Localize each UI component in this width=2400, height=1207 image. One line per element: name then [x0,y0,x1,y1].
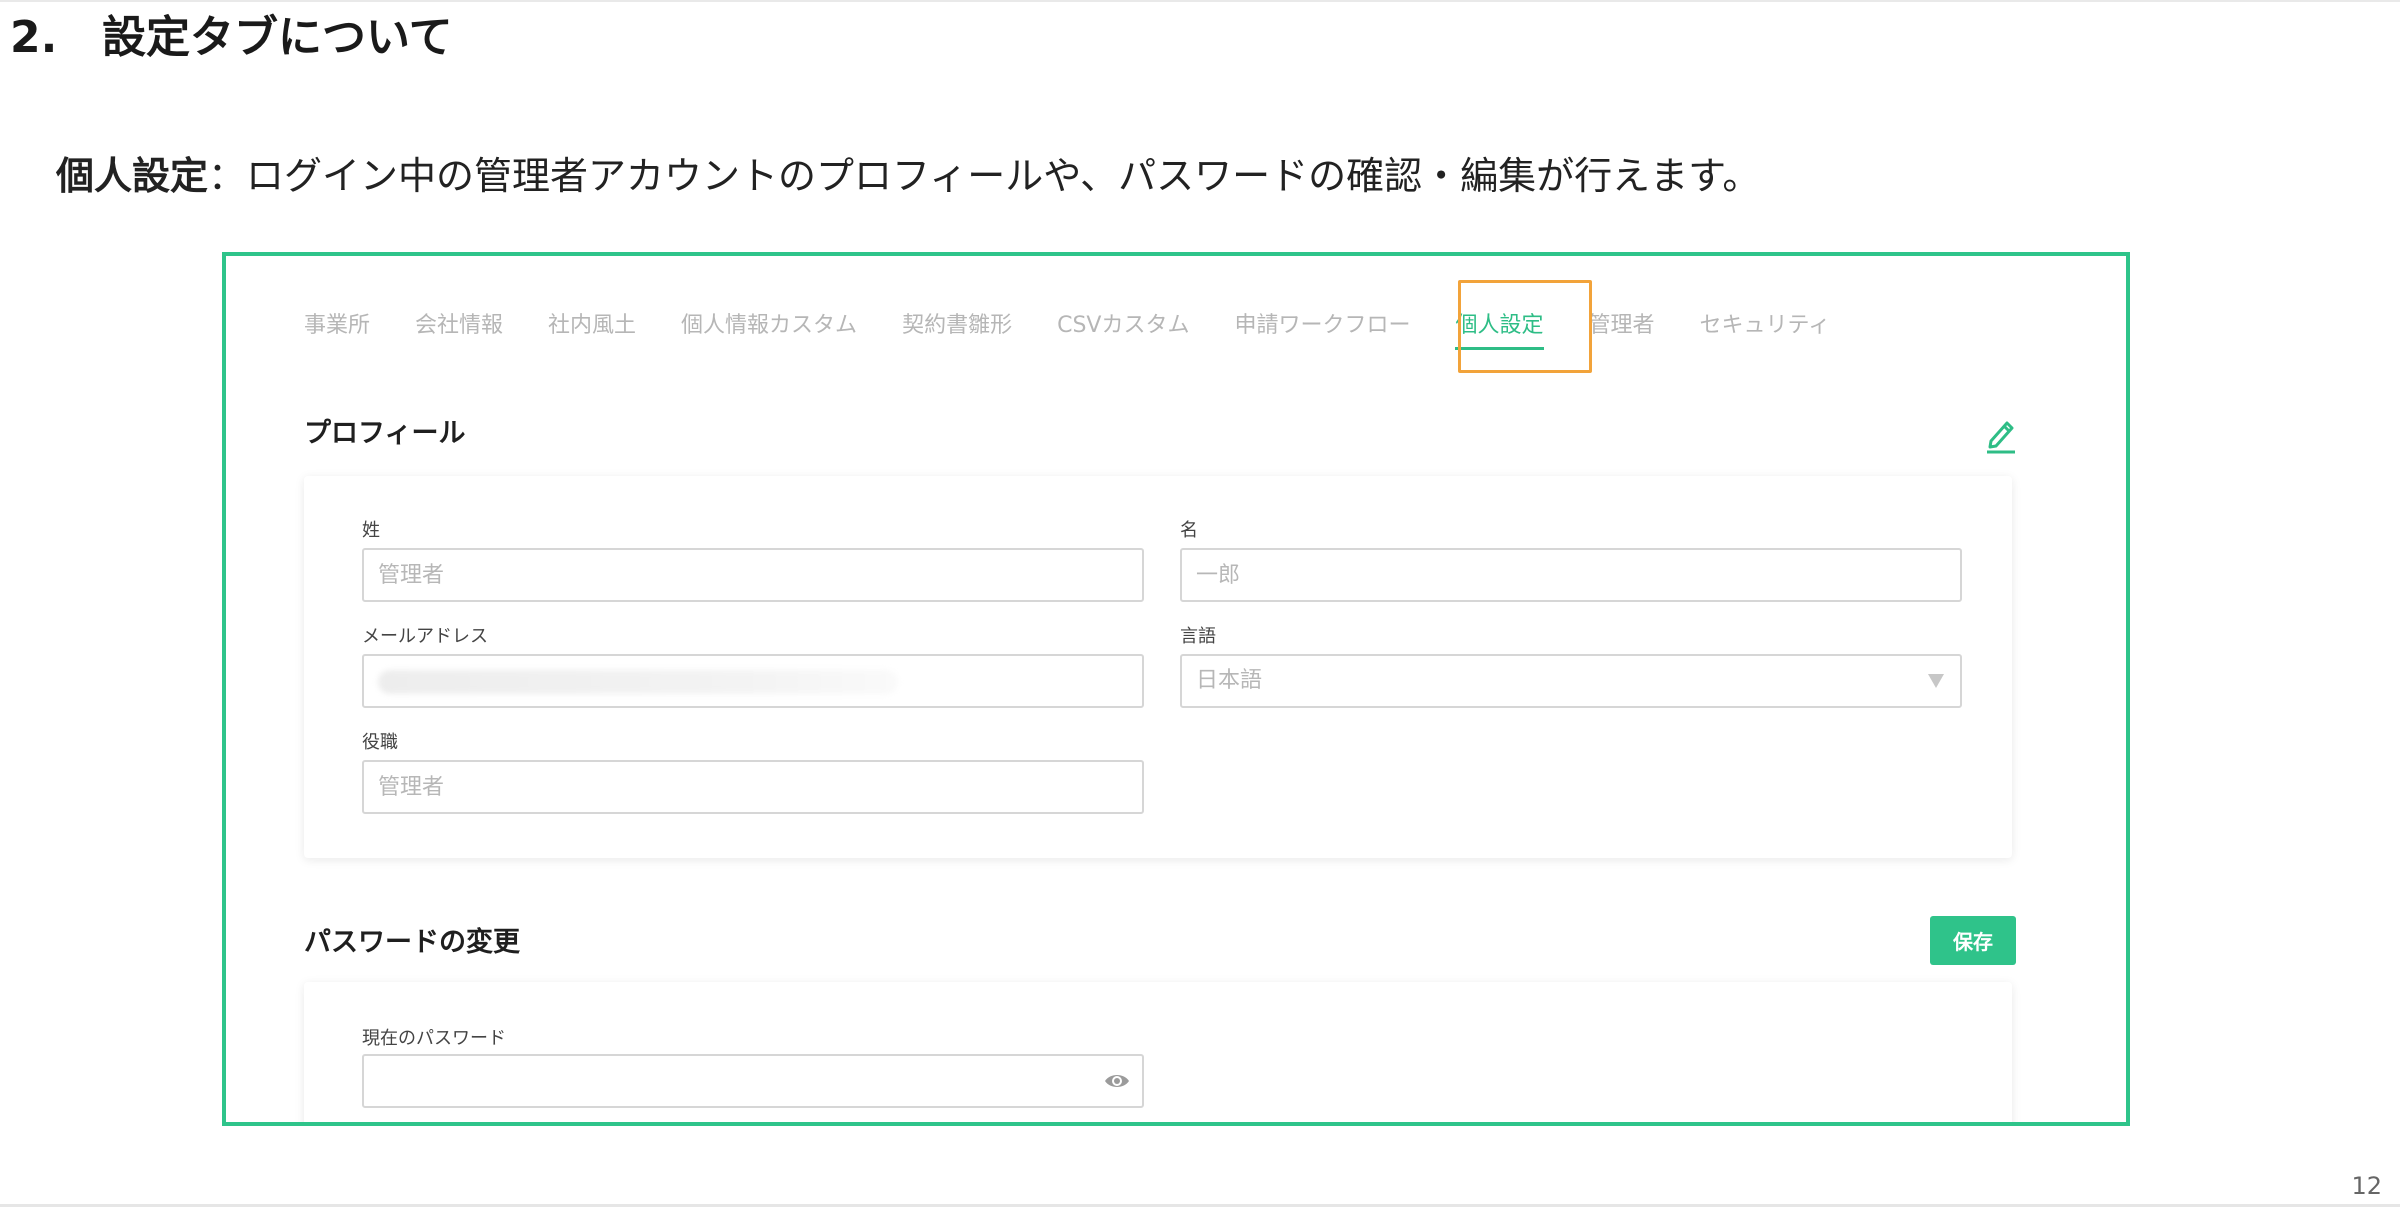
position-label: 役職 [362,732,398,753]
chevron-down-icon [1928,674,1944,688]
active-tab-highlight-box [1458,280,1592,373]
page-number: 12 [2351,1172,2382,1200]
position-input[interactable] [362,760,1144,814]
edit-pencil-icon[interactable] [1983,414,2019,454]
password-section-title: パスワードの変更 [304,927,520,958]
current-password-input[interactable] [362,1054,1144,1108]
current-password-label: 現在のパスワード [362,1028,506,1049]
tab-administrators[interactable]: 管理者 [1589,306,1655,346]
first-name-label: 名 [1180,520,1198,541]
tab-csv-custom[interactable]: CSVカスタム [1057,306,1189,346]
settings-panel: 事業所 会社情報 社内風土 個人情報カスタム 契約書雛形 CSVカスタム 申請ワ… [226,256,2126,1122]
tab-personal-info-custom[interactable]: 個人情報カスタム [681,306,857,346]
slide-description: 個人設定：ログイン中の管理者アカウントのプロフィールや、パスワードの確認・編集が… [56,146,1760,206]
email-label: メールアドレス [362,626,488,647]
tab-application-workflow[interactable]: 申請ワークフロー [1234,306,1410,346]
description-text: ：ログイン中の管理者アカウントのプロフィールや、パスワードの確認・編集が行えます… [208,154,1761,198]
email-input[interactable] [362,654,1144,708]
first-name-input[interactable] [1180,548,1962,602]
redacted-email-value [378,670,898,694]
language-select[interactable]: 日本語 [1180,654,1962,708]
slide-title-text: 設定タブについて [102,12,453,63]
eye-icon[interactable] [1104,1070,1130,1092]
profile-section-title: プロフィール [304,418,466,449]
screenshot-frame: 事業所 会社情報 社内風土 個人情報カスタム 契約書雛形 CSVカスタム 申請ワ… [222,252,2130,1126]
tab-company-info[interactable]: 会社情報 [415,306,503,346]
save-button[interactable]: 保存 [1930,916,2016,965]
tab-company-culture[interactable]: 社内風土 [548,306,636,346]
last-name-input[interactable] [362,548,1144,602]
settings-tabs: 事業所 会社情報 社内風土 個人情報カスタム 契約書雛形 CSVカスタム 申請ワ… [304,306,1875,350]
tab-offices[interactable]: 事業所 [304,306,370,346]
tab-security[interactable]: セキュリティ [1700,306,1831,346]
tab-contract-templates[interactable]: 契約書雛形 [902,306,1012,346]
password-card: 現在のパスワード [304,982,2012,1122]
profile-card: 姓 名 メールアドレス 言語 日本語 役職 [304,476,2012,858]
description-bold: 個人設定 [56,154,209,198]
last-name-label: 姓 [362,520,380,541]
language-label: 言語 [1180,626,1216,647]
slide-title: 2. 設定タブについて [10,6,453,70]
top-rule [0,0,2400,2]
language-selected-value: 日本語 [1196,668,1263,693]
slide-number: 2. [10,12,58,63]
